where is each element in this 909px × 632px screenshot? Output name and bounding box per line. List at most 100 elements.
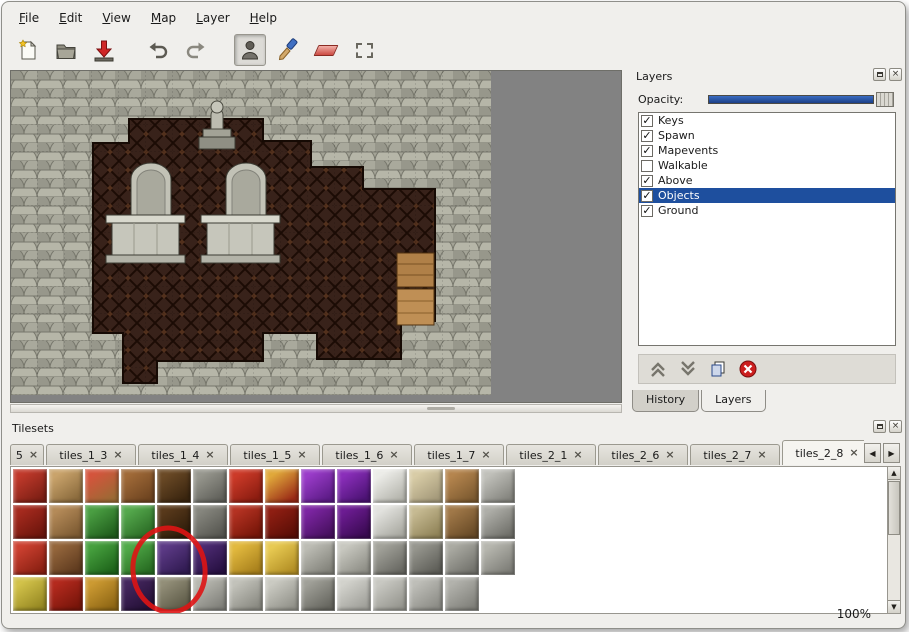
scroll-tabs-right-button[interactable]: ▶ xyxy=(883,443,900,463)
tileset-tile[interactable] xyxy=(373,505,407,539)
map-canvas[interactable] xyxy=(10,70,622,403)
tileset-tile[interactable] xyxy=(409,505,443,539)
tileset-tile[interactable] xyxy=(301,577,335,611)
tileset-tab[interactable]: tiles_2_1 × xyxy=(506,444,596,465)
tileset-tile[interactable] xyxy=(13,577,47,611)
tileset-tile[interactable] xyxy=(229,541,263,575)
tileset-tile[interactable] xyxy=(85,469,119,503)
undo-button[interactable] xyxy=(142,34,174,66)
tileset-tab[interactable]: tiles_2_7 × xyxy=(690,444,780,465)
tileset-tab[interactable]: tiles_2_6 × xyxy=(598,444,688,465)
opacity-slider-handle[interactable] xyxy=(876,92,894,107)
tileset-tile[interactable] xyxy=(445,469,479,503)
tab-close-icon[interactable]: × xyxy=(297,450,306,460)
float-panel-button[interactable] xyxy=(873,68,886,81)
tileset-tile[interactable] xyxy=(13,469,47,503)
tileset-tab[interactable]: tiles_1_3 × xyxy=(46,444,136,465)
tab-close-icon[interactable]: × xyxy=(29,450,38,460)
layer-visibility-checkbox[interactable]: ✓ xyxy=(641,130,653,142)
tab-close-icon[interactable]: × xyxy=(757,450,766,460)
tileset-tile[interactable] xyxy=(373,541,407,575)
scroll-up-button[interactable]: ▲ xyxy=(888,467,900,480)
float-panel-button[interactable] xyxy=(873,420,886,433)
redo-button[interactable] xyxy=(180,34,212,66)
move-layer-down-button[interactable] xyxy=(675,357,701,381)
tileset-tile[interactable] xyxy=(265,577,299,611)
close-panel-button[interactable]: × xyxy=(889,68,902,81)
layer-row-ground[interactable]: ✓ Ground xyxy=(639,203,895,218)
tileset-tile[interactable] xyxy=(157,541,191,575)
tileset-tile[interactable] xyxy=(445,505,479,539)
tileset-tile[interactable] xyxy=(337,577,371,611)
layer-visibility-checkbox[interactable]: ✓ xyxy=(641,205,653,217)
tileset-tile[interactable] xyxy=(85,541,119,575)
menu-layer[interactable]: Layer xyxy=(187,8,238,28)
eraser-tool-button[interactable] xyxy=(310,34,342,66)
tileset-tile[interactable] xyxy=(265,469,299,503)
tab-close-icon[interactable]: × xyxy=(665,450,674,460)
tileset-tile[interactable] xyxy=(481,469,515,503)
tileset-vertical-scrollbar[interactable]: ▲ ▼ xyxy=(887,466,901,614)
tileset-tile[interactable] xyxy=(193,541,227,575)
tileset-tile[interactable] xyxy=(229,577,263,611)
tileset-tile[interactable] xyxy=(373,469,407,503)
select-tool-button[interactable] xyxy=(348,34,380,66)
tileset-tile[interactable] xyxy=(121,505,155,539)
tileset-tile[interactable] xyxy=(301,469,335,503)
tab-history[interactable]: History xyxy=(632,390,699,412)
layer-visibility-checkbox[interactable]: ✓ xyxy=(641,175,653,187)
tileset-tile[interactable] xyxy=(85,505,119,539)
tileset-tile[interactable] xyxy=(157,505,191,539)
brush-tool-button[interactable] xyxy=(272,34,304,66)
tileset-tab[interactable]: tiles_1_7 × xyxy=(414,444,504,465)
layer-row-objects[interactable]: ✓ Objects xyxy=(639,188,895,203)
tileset-tile[interactable] xyxy=(13,505,47,539)
tileset-tile[interactable] xyxy=(49,469,83,503)
tileset-tile[interactable] xyxy=(121,469,155,503)
tileset-tile[interactable] xyxy=(409,577,443,611)
tileset-tile[interactable] xyxy=(229,505,263,539)
tab-layers[interactable]: Layers xyxy=(701,390,765,412)
tileset-tile[interactable] xyxy=(49,541,83,575)
tab-close-icon[interactable]: × xyxy=(205,450,214,460)
scroll-tabs-left-button[interactable]: ◀ xyxy=(864,443,881,463)
tab-close-icon[interactable]: × xyxy=(481,450,490,460)
sprite-tool-button[interactable] xyxy=(234,34,266,66)
layer-row-above[interactable]: ✓ Above xyxy=(639,173,895,188)
tab-close-icon[interactable]: × xyxy=(849,448,858,458)
layer-visibility-checkbox[interactable]: ✓ xyxy=(641,145,653,157)
layer-visibility-checkbox[interactable]: ✓ xyxy=(641,115,653,127)
menu-map[interactable]: Map xyxy=(142,8,185,28)
layer-visibility-checkbox[interactable] xyxy=(641,160,653,172)
layer-visibility-checkbox[interactable]: ✓ xyxy=(641,190,653,202)
tileset-tile[interactable] xyxy=(337,541,371,575)
save-button[interactable] xyxy=(88,34,120,66)
layer-row-keys[interactable]: ✓ Keys xyxy=(639,113,895,128)
tileset-tile[interactable] xyxy=(265,541,299,575)
tileset-tile[interactable] xyxy=(337,469,371,503)
layer-row-walkable[interactable]: Walkable xyxy=(639,158,895,173)
tileset-tab[interactable]: tiles_1_6 × xyxy=(322,444,412,465)
new-file-button[interactable] xyxy=(12,34,44,66)
tileset-tile[interactable] xyxy=(409,469,443,503)
tileset-tile[interactable] xyxy=(481,541,515,575)
tileset-tile[interactable] xyxy=(193,577,227,611)
tab-close-icon[interactable]: × xyxy=(389,450,398,460)
menu-edit[interactable]: Edit xyxy=(50,8,91,28)
tileset-tile[interactable] xyxy=(481,505,515,539)
scroll-down-button[interactable]: ▼ xyxy=(888,600,900,613)
tileset-tile[interactable] xyxy=(13,541,47,575)
tileset-tile[interactable] xyxy=(373,577,407,611)
delete-layer-button[interactable] xyxy=(735,357,761,381)
layer-row-spawn[interactable]: ✓ Spawn xyxy=(639,128,895,143)
tileset-tile[interactable] xyxy=(301,505,335,539)
tileset-tile[interactable] xyxy=(49,577,83,611)
layer-row-mapevents[interactable]: ✓ Mapevents xyxy=(639,143,895,158)
tileset-tile[interactable] xyxy=(409,541,443,575)
tileset-tab[interactable]: tiles_1_5 × xyxy=(230,444,320,465)
tileset-tile[interactable] xyxy=(157,577,191,611)
opacity-slider[interactable] xyxy=(708,95,874,104)
duplicate-layer-button[interactable] xyxy=(705,357,731,381)
close-panel-button[interactable]: × xyxy=(889,420,902,433)
tileset-tab[interactable]: tiles_1_4 × xyxy=(138,444,228,465)
